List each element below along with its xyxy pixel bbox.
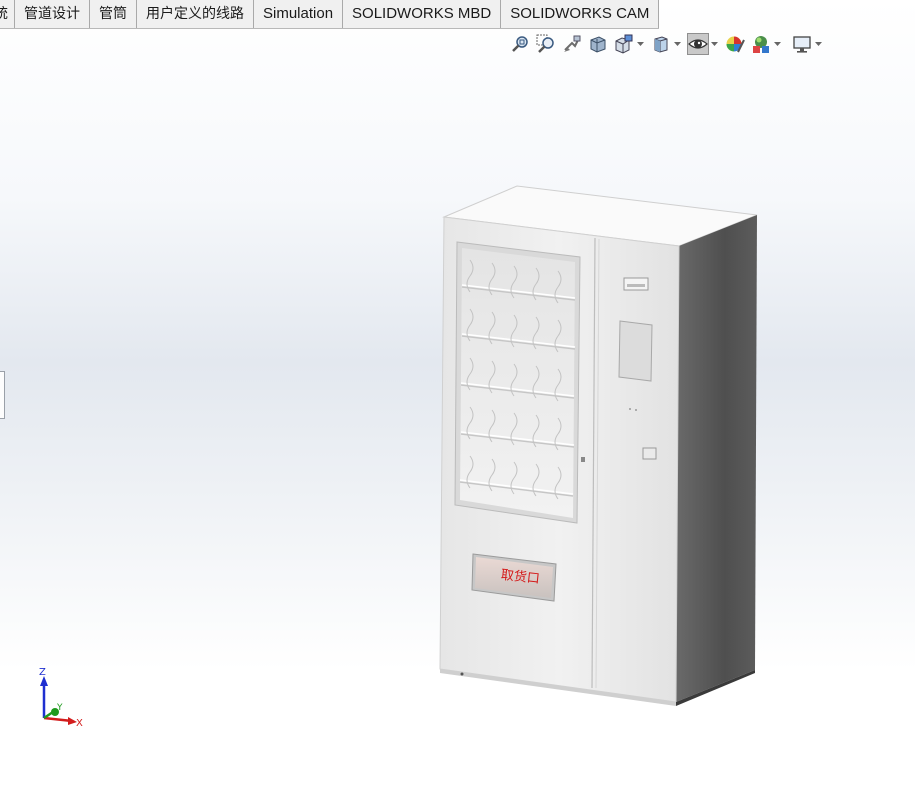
previous-view-icon[interactable]	[561, 33, 583, 55]
apply-scene-icon[interactable]	[750, 33, 772, 55]
zoom-to-area-icon[interactable]	[535, 33, 557, 55]
tab-simulation[interactable]: Simulation	[254, 0, 344, 28]
tab-piping[interactable]: 管道设计	[15, 0, 90, 28]
reference-triad: Z Y X	[30, 667, 100, 742]
chevron-down-icon[interactable]	[710, 33, 718, 55]
tab-solidworks-cam[interactable]: SOLIDWORKS CAM	[501, 0, 660, 28]
tab-tubing[interactable]: 管筒	[90, 0, 137, 28]
chevron-down-icon[interactable]	[814, 33, 822, 55]
heads-up-view-toolbar	[509, 33, 828, 55]
view-settings-icon[interactable]	[791, 33, 813, 55]
display-style-icon[interactable]	[650, 33, 672, 55]
triad-label-x: X	[76, 718, 83, 729]
tab-user-defined-route[interactable]: 用户定义的线路	[137, 0, 254, 28]
triad-label-z: Z	[39, 667, 46, 678]
collapsed-panel-edge[interactable]	[0, 371, 5, 419]
tab-solidworks-mbd[interactable]: SOLIDWORKS MBD	[343, 0, 502, 28]
dispense-slot-label: 取货口	[500, 567, 541, 587]
hide-show-items-icon[interactable]	[687, 33, 709, 55]
command-manager-tabs: 统 管道设计 管筒 用户定义的线路 Simulation SOLIDWORKS …	[0, 0, 660, 29]
view-orientation-icon[interactable]	[613, 33, 635, 55]
chevron-down-icon[interactable]	[773, 33, 781, 55]
edit-appearance-icon[interactable]	[724, 33, 746, 55]
chevron-down-icon[interactable]	[636, 33, 644, 55]
section-view-icon[interactable]	[587, 33, 609, 55]
triad-label-y: Y	[57, 703, 63, 713]
zoom-to-fit-icon[interactable]	[509, 33, 531, 55]
tab-system[interactable]: 统	[0, 0, 15, 28]
chevron-down-icon[interactable]	[673, 33, 681, 55]
vending-machine-model[interactable]: 取货口	[430, 180, 770, 714]
